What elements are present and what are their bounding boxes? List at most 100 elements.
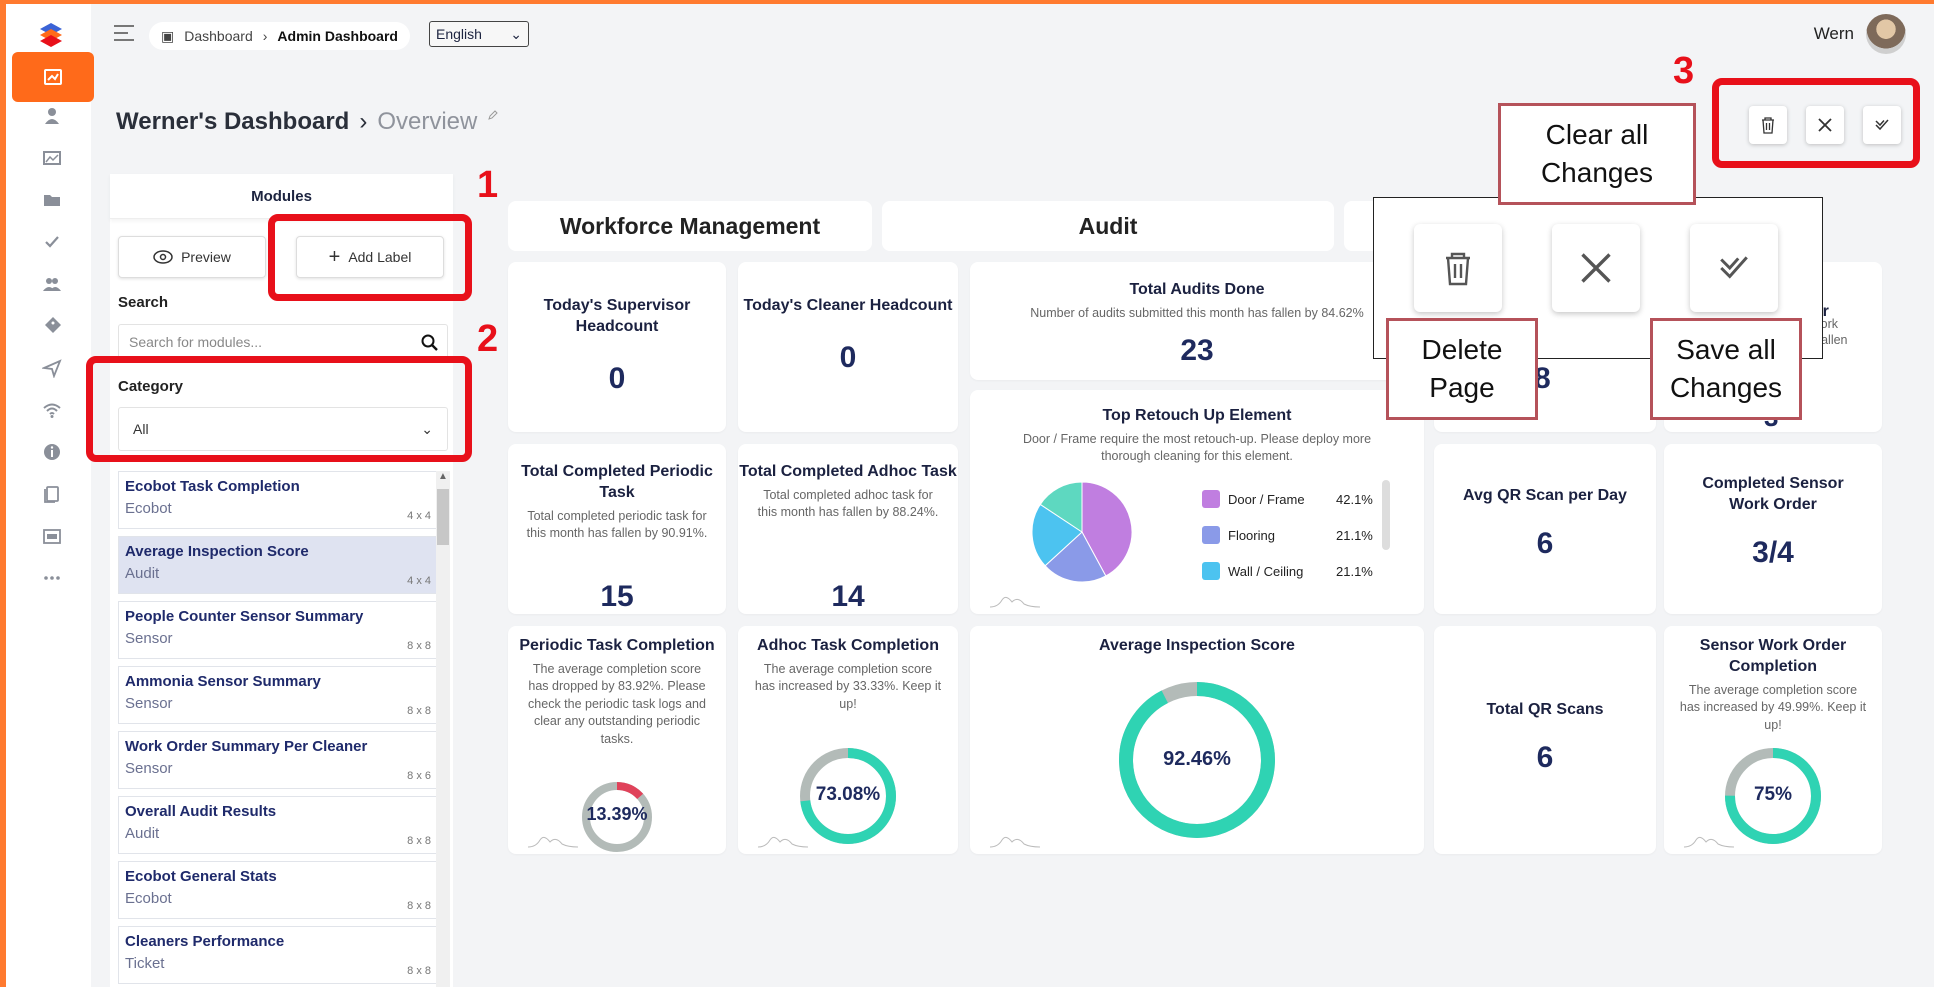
ring-value: 73.08% (815, 784, 881, 805)
card-avg-inspection[interactable]: Average Inspection Score 92.46% (970, 626, 1424, 854)
card-desc: Total completed periodic task for this m… (526, 508, 708, 541)
card-cleaner-headcount[interactable]: Today's Cleaner Headcount 0 (738, 262, 958, 432)
card-title: Today's Cleaner Headcount (743, 297, 953, 314)
module-size: 8 x 8 (407, 900, 431, 912)
close-icon (1581, 253, 1611, 283)
nav-send-icon[interactable] (22, 350, 82, 386)
avatar[interactable] (1866, 14, 1906, 54)
card-total-periodic[interactable]: Total Completed Periodic Task Total comp… (508, 444, 726, 614)
language-value: English (436, 26, 482, 42)
module-list-item[interactable]: Ecobot Task Completion Ecobot 4 x 4 (118, 471, 438, 529)
module-list-item[interactable]: Ammonia Sensor Summary Sensor 8 x 8 (118, 666, 438, 724)
dashboard-name: Werner's Dashboard (116, 108, 350, 135)
scroll-thumb[interactable] (437, 489, 449, 545)
card-total-adhoc[interactable]: Total Completed Adhoc Task Total complet… (738, 444, 958, 614)
card-sensor-wo-completion[interactable]: Sensor Work Order Completion The average… (1664, 626, 1882, 854)
nav-info-icon[interactable] (22, 434, 82, 470)
legend-scrollbar[interactable] (1382, 480, 1390, 550)
callout-clear-label: Clear all Changes (1498, 103, 1696, 205)
card-desc: Total completed adhoc task for this mont… (757, 487, 939, 520)
card-title: Adhoc Task Completion (757, 637, 939, 654)
module-size: 8 x 8 (407, 640, 431, 652)
card-total-qr-scans[interactable]: Total QR Scans 6 (1434, 626, 1656, 854)
card-supervisor-headcount[interactable]: Today's Supervisor Headcount 0 (508, 262, 726, 432)
edit-pencil-icon[interactable] (487, 109, 499, 121)
preview-button[interactable]: Preview (118, 236, 266, 278)
section-audit: Audit (882, 201, 1334, 251)
callout-delete-label: Delete Page (1386, 318, 1538, 420)
legend-swatch (1202, 562, 1220, 580)
legend-label: Door / Frame (1228, 491, 1305, 507)
nav-dashboard-icon[interactable] (12, 52, 94, 102)
legend-swatch (1202, 526, 1220, 544)
search-icon[interactable] (421, 334, 439, 352)
module-list-item[interactable]: Average Inspection Score Audit 4 x 4 (118, 536, 438, 594)
card-value: 6 (1536, 526, 1554, 560)
sparkline-icon (990, 836, 1040, 848)
module-list-scrollbar[interactable]: ▲ (436, 471, 450, 987)
module-size: 8 x 8 (407, 965, 431, 977)
module-size: 8 x 8 (407, 705, 431, 717)
home-icon: ▣ (161, 27, 175, 44)
callout-box-3 (1712, 78, 1920, 168)
sparkline-icon (528, 836, 578, 848)
card-top-retouch[interactable]: Top Retouch Up Element Door / Frame requ… (970, 390, 1424, 614)
card-completed-sensor-wo[interactable]: Completed Sensor Work Order 3/4 (1664, 444, 1882, 614)
module-list: Ecobot Task Completion Ecobot 4 x 4 Avera… (118, 471, 438, 987)
module-category: Sensor (125, 630, 173, 647)
card-title: Total Completed Periodic Task (521, 463, 713, 501)
preview-label: Preview (181, 249, 231, 265)
ring-value: 92.46% (1163, 748, 1231, 770)
legend-value: 21.1% (1336, 527, 1373, 543)
page-subtitle: Overview (377, 108, 478, 135)
module-search-input[interactable]: Search for modules... (118, 324, 448, 360)
user-menu[interactable]: Wern (1814, 14, 1906, 54)
nav-pages-icon[interactable] (22, 476, 82, 512)
callout-number-2: 2 (477, 318, 499, 360)
module-list-item[interactable]: Work Order Summary Per Cleaner Sensor 8 … (118, 731, 438, 789)
top-bar: ▣ Dashboard › Admin Dashboard English ⌄ … (91, 4, 1934, 64)
modules-header: Modules (110, 174, 453, 219)
menu-toggle-icon[interactable] (113, 24, 135, 42)
card-desc: The average completion score has increas… (1679, 682, 1867, 732)
legend-swatch (1202, 490, 1220, 508)
module-list-item[interactable]: Cleaners Performance Ticket 8 x 8 (118, 926, 438, 984)
nav-check-icon[interactable] (22, 224, 82, 260)
nav-folder-icon[interactable] (22, 182, 82, 218)
nav-gallery-icon[interactable] (22, 140, 82, 176)
language-select[interactable]: English ⌄ (429, 21, 529, 47)
nav-ticket-icon[interactable] (22, 308, 82, 344)
module-list-item[interactable]: Ecobot General Stats Ecobot 8 x 8 (118, 861, 438, 919)
scroll-up-icon[interactable]: ▲ (436, 471, 450, 482)
module-list-item[interactable]: Overall Audit Results Audit 8 x 8 (118, 796, 438, 854)
module-name: Cleaners Performance (125, 933, 285, 950)
callout-save-label: Save all Changes (1650, 318, 1802, 420)
app-frame: ▣ Dashboard › Admin Dashboard English ⌄ … (0, 4, 1934, 987)
breadcrumb-dashboard[interactable]: Dashboard (184, 28, 253, 44)
legend-entry[interactable]: Door / Frame 42.1% (1202, 490, 1373, 508)
sparkline-icon (990, 596, 1040, 608)
module-list-item[interactable]: People Counter Sensor Summary Sensor 8 x… (118, 601, 438, 659)
card-adhoc-completion[interactable]: Adhoc Task Completion The average comple… (738, 626, 958, 854)
chevron-right-icon: › (262, 28, 268, 44)
left-nav-rail (0, 4, 94, 987)
module-category: Audit (125, 565, 160, 582)
card-value: 23 (1180, 334, 1214, 368)
card-title: Average Inspection Score (1099, 637, 1295, 654)
nav-user-icon[interactable] (22, 98, 82, 134)
nav-team-icon[interactable] (22, 266, 82, 302)
card-value: 0 (608, 361, 626, 395)
nav-more-icon[interactable] (22, 560, 82, 596)
card-title: Total Completed Adhoc Task (739, 463, 957, 480)
nav-calendar-icon[interactable] (22, 518, 82, 554)
legend-entry[interactable]: Flooring 21.1% (1202, 526, 1373, 544)
card-desc: The average completion score has increas… (754, 661, 942, 711)
module-size: 4 x 4 (407, 575, 431, 587)
nav-wifi-icon[interactable] (22, 392, 82, 428)
card-total-audits[interactable]: Total Audits Done Number of audits submi… (970, 262, 1424, 380)
card-avg-qr-scan[interactable]: Avg QR Scan per Day 6 (1434, 444, 1656, 614)
card-periodic-completion[interactable]: Periodic Task Completion The average com… (508, 626, 726, 854)
card-title: Periodic Task Completion (519, 637, 715, 654)
legend-entry[interactable]: Wall / Ceiling 21.1% (1202, 562, 1373, 580)
module-category: Sensor (125, 760, 173, 777)
